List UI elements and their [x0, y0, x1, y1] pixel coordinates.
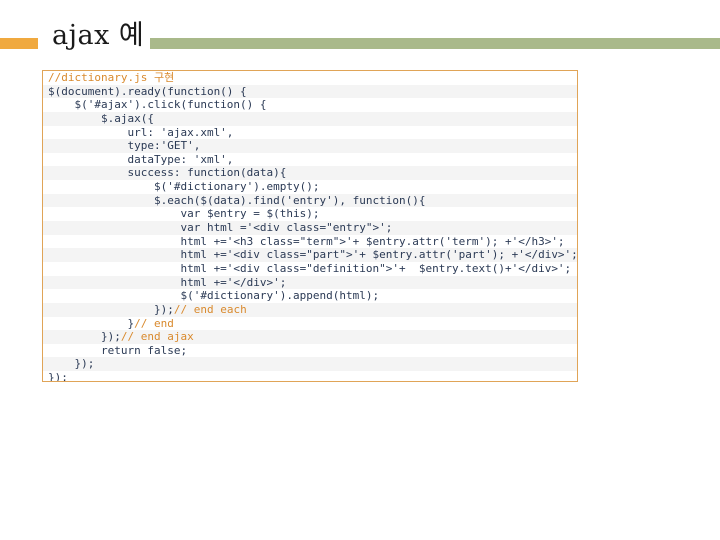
code-comment: // end — [134, 316, 174, 330]
code-line: dataType: 'xml', — [43, 153, 577, 167]
slide-title: ajax 예 — [50, 18, 151, 54]
code-line: $.each($(data).find('entry'), function()… — [43, 193, 577, 208]
code-line: });// end each — [43, 302, 577, 317]
code-text: $('#ajax').click(function() { — [48, 98, 267, 112]
code-line: }); — [43, 357, 577, 372]
code-text: html +='</div>'; — [48, 275, 287, 289]
code-line: html +='<h3 class="term">'+ $entry.attr(… — [43, 235, 577, 249]
code-line: //dictionary.js 구현 — [43, 71, 577, 85]
code-text: $(document).ready(function() { — [48, 84, 247, 98]
code-text: $('#dictionary').append(html); — [48, 289, 380, 303]
code-line: $.ajax({ — [43, 111, 577, 126]
code-text: success: function(data){ — [48, 166, 287, 180]
code-listing: //dictionary.js 구현 $(document).ready(func… — [42, 70, 578, 382]
code-line: url: 'ajax.xml', — [43, 126, 577, 140]
code-line: type:'GET', — [43, 139, 577, 153]
code-line: }// end — [43, 317, 577, 331]
code-line: $(document).ready(function() { — [43, 84, 577, 99]
code-text: $('#dictionary').empty(); — [48, 180, 320, 194]
code-text: }); — [48, 302, 174, 316]
code-text: url: 'ajax.xml', — [48, 125, 234, 139]
code-text: html +='<div class="part">'+ $entry.attr… — [48, 248, 578, 262]
code-text: var html ='<div class="entry">'; — [48, 221, 393, 235]
code-text: }); — [48, 357, 95, 371]
accent-bar-olive — [144, 38, 720, 49]
code-line: html +='<div class="definition">'+ $entr… — [43, 262, 577, 276]
code-text: dataType: 'xml', — [48, 152, 234, 166]
code-line: return false; — [43, 344, 577, 358]
code-line: $('#dictionary').append(html); — [43, 289, 577, 303]
code-comment: // end ajax — [120, 330, 194, 344]
code-text: } — [48, 316, 135, 330]
code-comment: // end each — [173, 302, 247, 316]
code-text: $.each($(data).find('entry'), function()… — [48, 193, 426, 207]
code-line: $('#ajax').click(function() { — [43, 98, 577, 112]
code-line: });// end ajax — [43, 330, 577, 344]
code-line: var $entry = $(this); — [43, 207, 577, 221]
code-text: }); — [48, 371, 68, 382]
code-comment: //dictionary.js 구현 — [48, 71, 175, 84]
code-text: html +='<div class="definition">'+ $entr… — [48, 261, 572, 275]
code-text: var $entry = $(this); — [48, 207, 320, 221]
code-text: $.ajax({ — [48, 111, 154, 125]
accent-bar-orange — [0, 38, 38, 49]
code-text: return false; — [48, 343, 188, 357]
code-line: html +='<div class="part">'+ $entry.attr… — [43, 248, 577, 262]
code-line: var html ='<div class="entry">'; — [43, 221, 577, 235]
code-line: html +='</div>'; — [43, 275, 577, 290]
code-line: success: function(data){ — [43, 166, 577, 181]
code-text: html +='<h3 class="term">'+ $entry.attr(… — [48, 234, 565, 248]
code-line: }); — [43, 371, 577, 382]
code-text: }); — [48, 330, 121, 344]
code-line: $('#dictionary').empty(); — [43, 180, 577, 194]
code-text: type:'GET', — [48, 139, 201, 153]
